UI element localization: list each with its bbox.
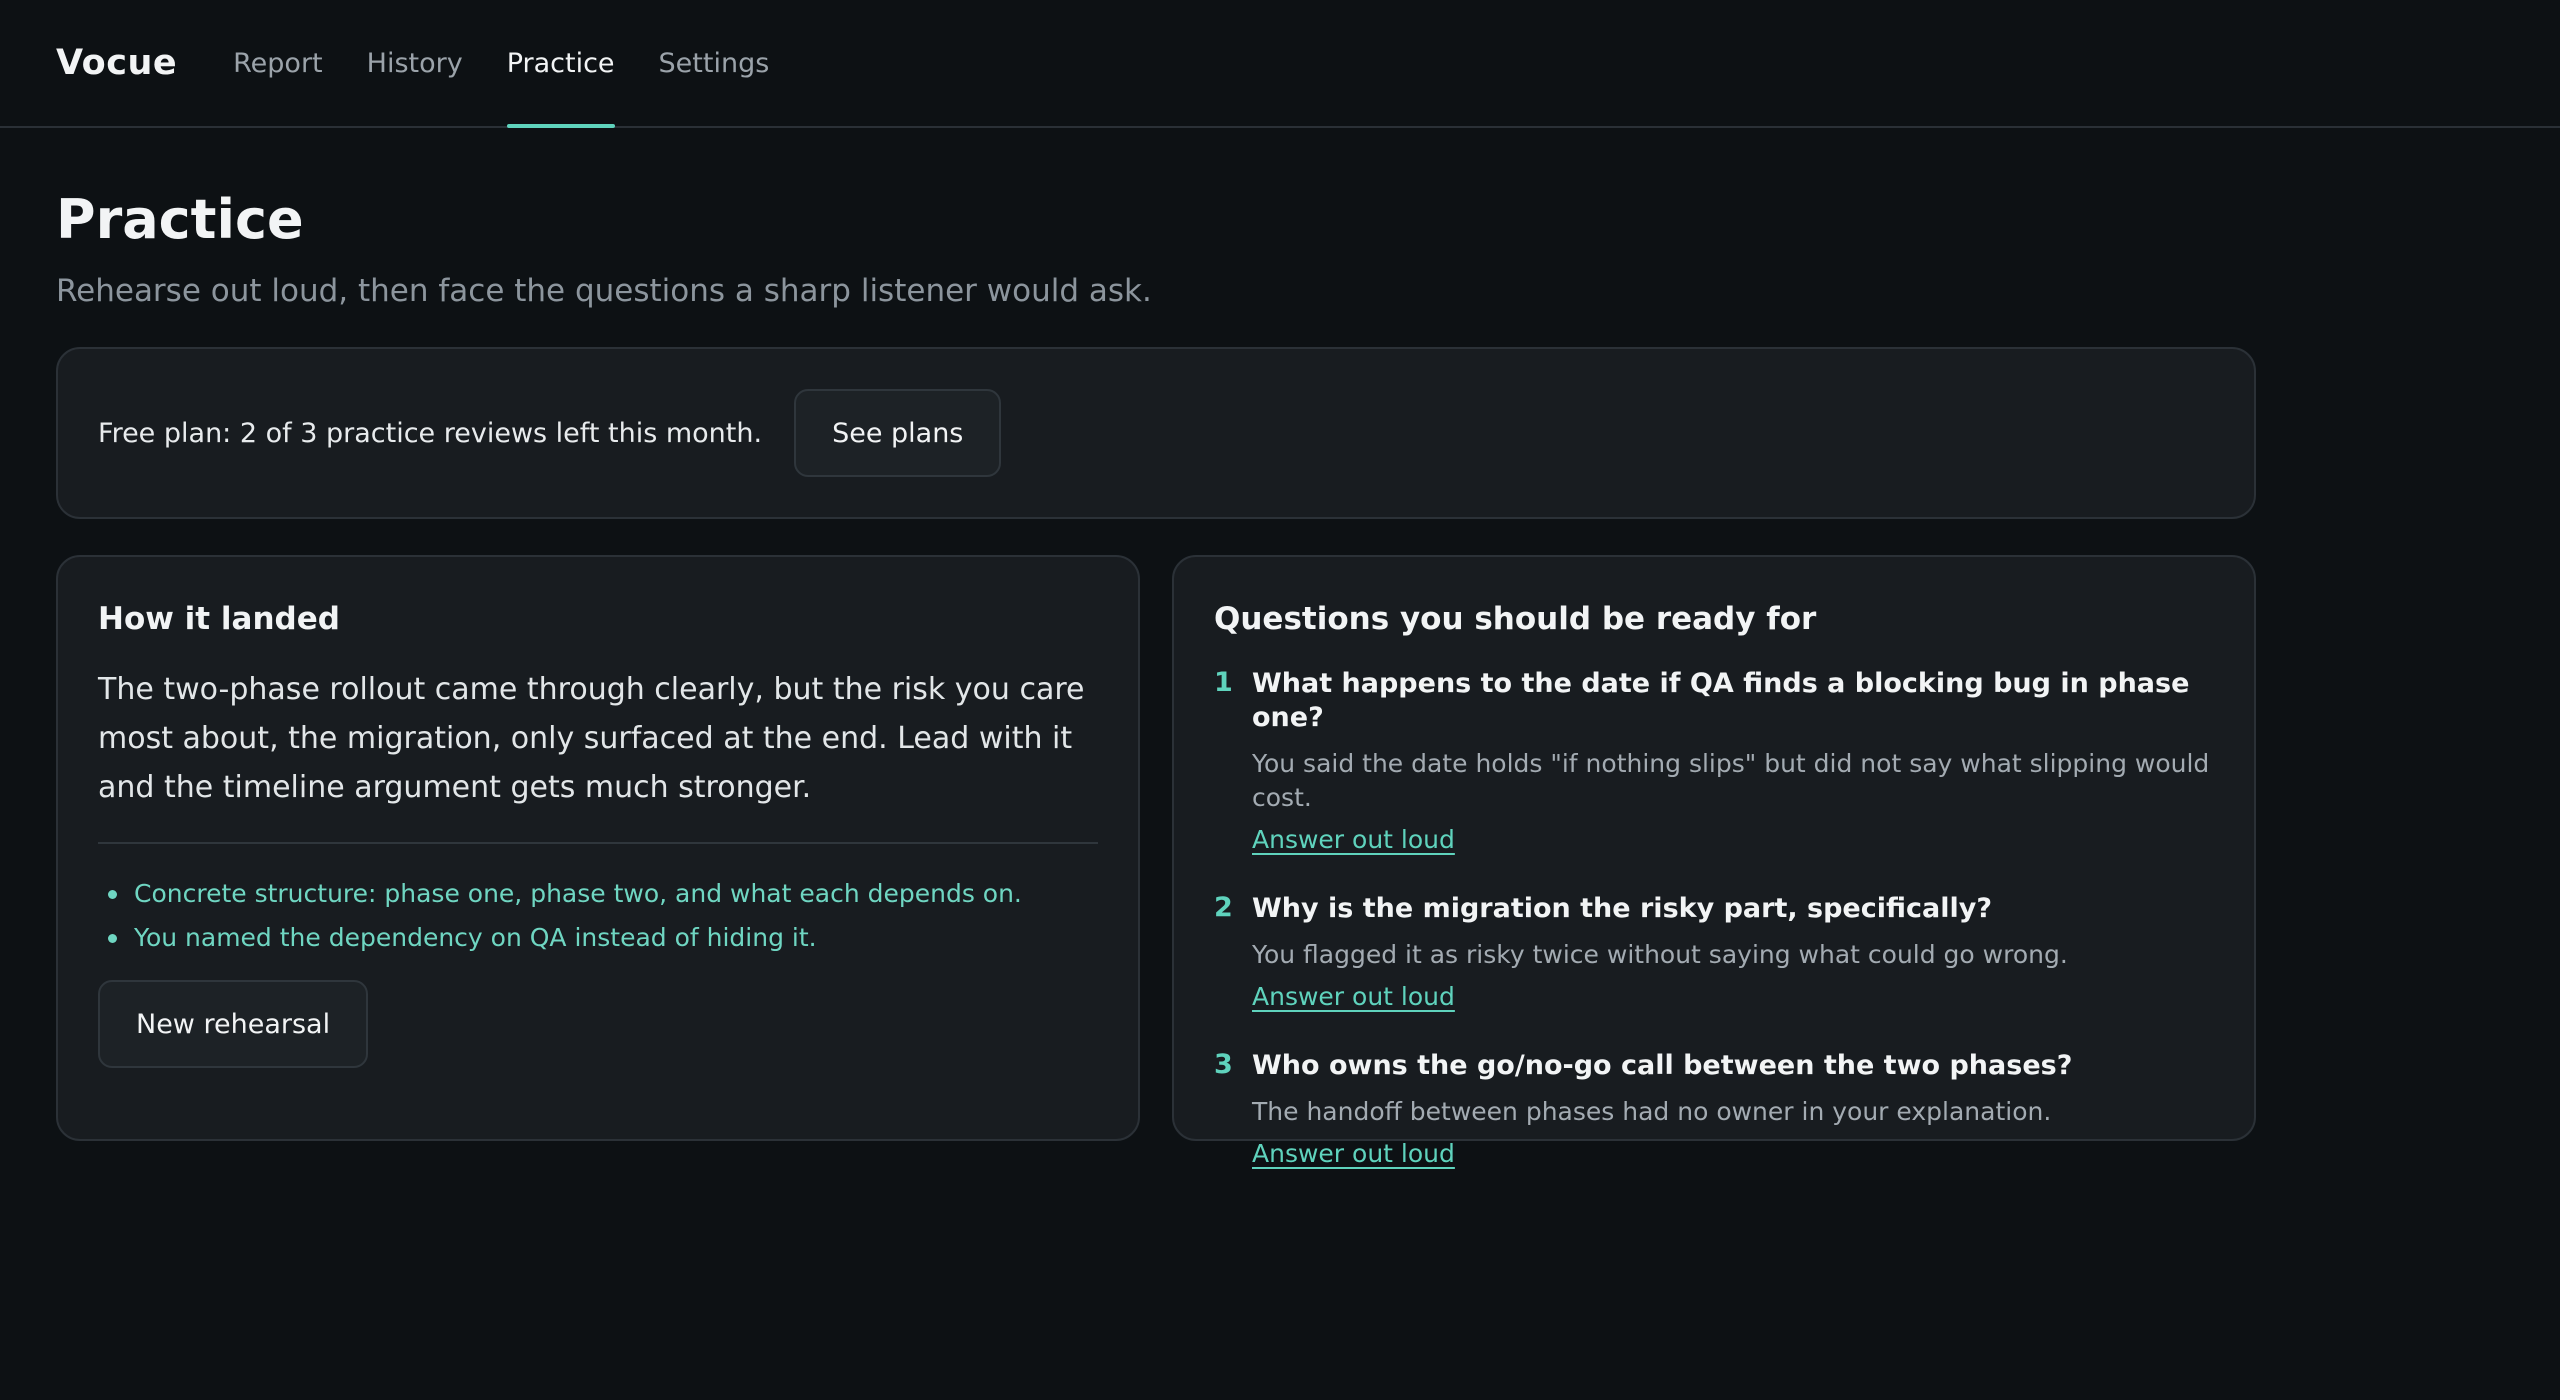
question-body: Who owns the go/no-go call between the t… <box>1252 1049 2214 1168</box>
strength-item: You named the dependency on QA instead o… <box>98 916 1098 960</box>
strength-item: Concrete structure: phase one, phase two… <box>98 872 1098 916</box>
see-plans-button[interactable]: See plans <box>794 389 1002 478</box>
feedback-summary: The two-phase rollout came through clear… <box>98 672 1085 806</box>
question-item: 1 What happens to the date if QA finds a… <box>1214 667 2214 854</box>
question-body: What happens to the date if QA finds a b… <box>1252 667 2214 854</box>
answer-out-loud-link[interactable]: Answer out loud <box>1252 825 1455 854</box>
nav-tab-history[interactable]: History <box>367 0 463 126</box>
answer-out-loud-link[interactable]: Answer out loud <box>1252 1139 1455 1168</box>
plan-usage-text: Free plan: 2 of 3 practice reviews left … <box>98 417 763 449</box>
question-note: You said the date holds "if nothing slip… <box>1252 749 2210 813</box>
divider <box>98 842 1098 845</box>
new-rehearsal-button[interactable]: New rehearsal <box>98 980 369 1069</box>
question-number: 3 <box>1214 1049 1233 1081</box>
how-it-landed-title: How it landed <box>98 601 340 638</box>
questions-list: 1 What happens to the date if QA finds a… <box>1214 667 2214 1168</box>
question-text: Who owns the go/no-go call between the t… <box>1252 1050 2073 1082</box>
questions-card: Questions you should be ready for 1 What… <box>1172 555 2256 1168</box>
page-subtitle: Rehearse out loud, then face the questio… <box>56 273 1152 310</box>
question-note: The handoff between phases had no owner … <box>1252 1097 2052 1127</box>
questions-title: Questions you should be ready for <box>1214 601 1817 638</box>
question-item: 2 Why is the migration the risky part, s… <box>1214 892 2214 1011</box>
plan-banner: Free plan: 2 of 3 practice reviews left … <box>56 347 2256 520</box>
question-note: You flagged it as risky twice without sa… <box>1252 940 2068 970</box>
question-text: Why is the migration the risky part, spe… <box>1252 893 1992 925</box>
question-item: 3 Who owns the go/no-go call between the… <box>1214 1049 2214 1168</box>
nav-tab-report[interactable]: Report <box>233 0 323 126</box>
brand-logo[interactable]: Vocue <box>56 43 177 83</box>
results-row: How it landed The two-phase rollout came… <box>56 555 2256 1168</box>
question-number: 2 <box>1214 892 1233 924</box>
nav-tab-settings[interactable]: Settings <box>659 0 770 126</box>
answer-out-loud-link[interactable]: Answer out loud <box>1252 982 1455 1011</box>
question-body: Why is the migration the risky part, spe… <box>1252 892 2214 1011</box>
top-nav-bar: Vocue Report History Practice Settings <box>0 0 2560 128</box>
main-nav: Report History Practice Settings <box>233 0 813 128</box>
strengths-list: Concrete structure: phase one, phase two… <box>98 872 1098 960</box>
nav-tab-practice[interactable]: Practice <box>506 0 615 128</box>
main-content: Practice Rehearse out loud, then face th… <box>0 128 2312 1168</box>
how-it-landed-card: How it landed The two-phase rollout came… <box>56 555 1140 1142</box>
question-number: 1 <box>1214 667 1233 699</box>
page-title: Practice <box>56 188 304 251</box>
question-text: What happens to the date if QA finds a b… <box>1252 668 2190 734</box>
